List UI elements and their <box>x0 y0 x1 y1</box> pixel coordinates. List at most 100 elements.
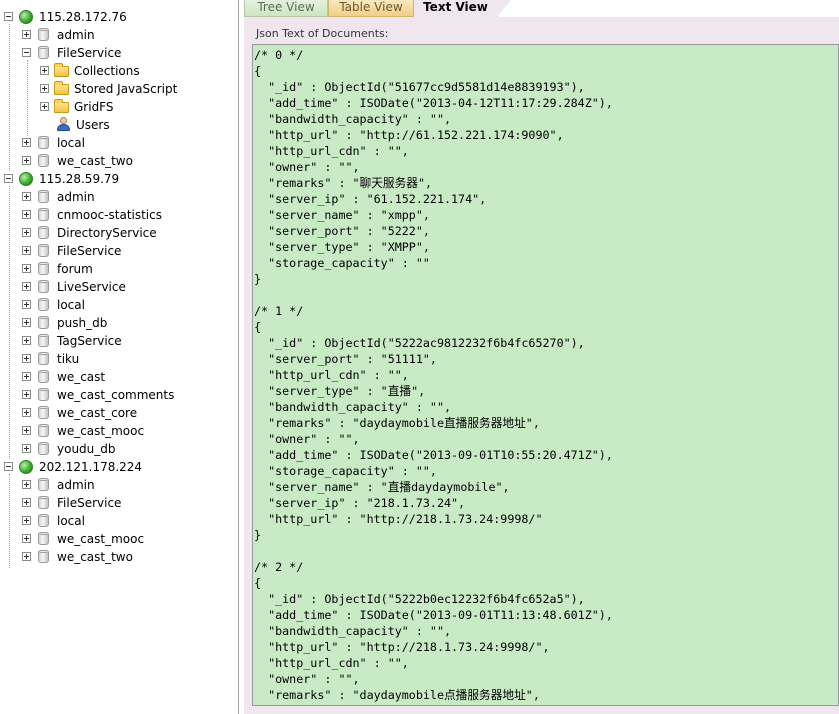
expand-icon[interactable] <box>22 192 31 201</box>
database-icon <box>38 478 49 491</box>
tab-text-view[interactable]: Text View <box>414 0 498 17</box>
server-icon <box>19 10 33 24</box>
expand-icon[interactable] <box>22 390 31 399</box>
json-line: "storage_capacity" : "" <box>254 256 430 270</box>
expand-icon[interactable] <box>22 408 31 417</box>
collapse-icon[interactable] <box>22 48 31 57</box>
tree-node-label: youdu_db <box>57 442 116 456</box>
expand-icon[interactable] <box>22 156 31 165</box>
tree-node-folder[interactable]: Stored JavaScript <box>0 80 238 98</box>
database-icon <box>38 208 49 221</box>
folder-icon <box>54 81 69 95</box>
tree-node-server[interactable]: 115.28.59.79 <box>0 170 238 188</box>
json-line: } <box>254 528 262 542</box>
tree-node-db[interactable]: local <box>0 512 238 530</box>
expand-icon[interactable] <box>22 210 31 219</box>
tree-node-db[interactable]: youdu_db <box>0 440 238 458</box>
tree-node-db[interactable]: admin <box>0 188 238 206</box>
expand-icon[interactable] <box>22 228 31 237</box>
tree-node-db[interactable]: DirectoryService <box>0 224 238 242</box>
tree-node-db[interactable]: local <box>0 134 238 152</box>
json-line: "_id" : ObjectId("5222b0ec12232f6b4fc652… <box>254 592 585 606</box>
tab-table-view[interactable]: Table View <box>328 0 414 17</box>
expand-icon[interactable] <box>40 84 49 93</box>
json-line: "owner" : "", <box>254 432 360 446</box>
tree-node-db[interactable]: we_cast_two <box>0 548 238 566</box>
expand-icon[interactable] <box>22 552 31 561</box>
expand-icon[interactable] <box>22 498 31 507</box>
expand-icon[interactable] <box>22 318 31 327</box>
tree-node-server[interactable]: 115.28.172.76 <box>0 8 238 26</box>
expand-icon[interactable] <box>40 102 49 111</box>
collapse-icon[interactable] <box>4 174 13 183</box>
json-text-area[interactable]: /* 0 */ { "_id" : ObjectId("51677cc9d5581… <box>252 44 839 706</box>
connection-tree[interactable]: 115.28.172.76 admin FileService Collections… <box>0 0 239 714</box>
tree-node-db[interactable]: FileService <box>0 44 238 62</box>
tree-node-label: FileService <box>57 496 122 510</box>
expand-icon[interactable] <box>22 534 31 543</box>
expand-icon[interactable] <box>22 30 31 39</box>
json-code: /* 0 */ { "_id" : ObjectId("51677cc9d5581… <box>253 45 838 703</box>
json-line: { <box>254 576 262 590</box>
tree-node-db[interactable]: admin <box>0 476 238 494</box>
expand-icon[interactable] <box>22 480 31 489</box>
tree-node-db[interactable]: forum <box>0 260 238 278</box>
expand-icon[interactable] <box>22 372 31 381</box>
tree-node-folder[interactable]: GridFS <box>0 98 238 116</box>
tree-node-db[interactable]: tiku <box>0 350 238 368</box>
expand-icon[interactable] <box>22 516 31 525</box>
tree-node-label: we_cast_comments <box>57 388 175 402</box>
json-line: "server_name" : "直播daydaymobile", <box>254 480 510 494</box>
tree-node-db[interactable]: we_cast_core <box>0 404 238 422</box>
tree-node-db[interactable]: TagService <box>0 332 238 350</box>
expand-icon[interactable] <box>22 354 31 363</box>
expand-icon[interactable] <box>22 138 31 147</box>
json-line: { <box>254 64 262 78</box>
tree-node-db[interactable]: we_cast_comments <box>0 386 238 404</box>
collapse-icon[interactable] <box>4 462 13 471</box>
tree-node-label: Collections <box>74 64 140 78</box>
tree-node-db[interactable]: FileService <box>0 242 238 260</box>
expand-icon[interactable] <box>22 300 31 309</box>
expand-icon[interactable] <box>22 426 31 435</box>
tree-node-folder[interactable]: Collections <box>0 62 238 80</box>
tree-connector-line <box>9 186 10 459</box>
tree-node-db[interactable]: local <box>0 296 238 314</box>
database-icon <box>38 316 49 329</box>
expand-icon[interactable] <box>22 282 31 291</box>
json-line: "http_url" : "http://61.152.221.174:9090… <box>254 128 564 142</box>
tree-node-label: Stored JavaScript <box>74 82 178 96</box>
json-line: "add_time" : ISODate("2013-09-01T11:13:4… <box>254 608 613 622</box>
tree-node-label: we_cast_mooc <box>57 532 145 546</box>
tree-node-db[interactable]: push_db <box>0 314 238 332</box>
tab-tree-view[interactable]: Tree View <box>244 0 328 17</box>
tree-node-db[interactable]: we_cast_mooc <box>0 530 238 548</box>
tree-node-db[interactable]: FileService <box>0 494 238 512</box>
database-icon <box>38 514 49 527</box>
tree-node-server[interactable]: 202.121.178.224 <box>0 458 238 476</box>
json-line: { <box>254 320 262 334</box>
json-line: "server_port" : "5222", <box>254 224 430 238</box>
tab-text-view-edge <box>497 0 511 17</box>
tree-node-db[interactable]: admin <box>0 26 238 44</box>
database-icon <box>38 298 49 311</box>
expand-icon[interactable] <box>40 66 49 75</box>
json-line: "bandwidth_capacity" : "", <box>254 400 452 414</box>
expand-icon[interactable] <box>22 444 31 453</box>
tree-node-db[interactable]: we_cast_two <box>0 152 238 170</box>
tree-node-db[interactable]: we_cast_mooc <box>0 422 238 440</box>
json-line: /* 0 */ <box>254 48 304 62</box>
database-icon <box>38 46 49 59</box>
tree-node-db[interactable]: LiveService <box>0 278 238 296</box>
json-line: "http_url_cdn" : "", <box>254 368 409 382</box>
expand-icon[interactable] <box>22 264 31 273</box>
expand-icon[interactable] <box>22 336 31 345</box>
tree-node-label: FileService <box>57 244 122 258</box>
tree-node-db[interactable]: we_cast <box>0 368 238 386</box>
expand-icon[interactable] <box>22 246 31 255</box>
tree-node-db[interactable]: cnmooc-statistics <box>0 206 238 224</box>
tree-node-users[interactable]: Users <box>0 116 238 134</box>
collapse-icon[interactable] <box>4 12 13 21</box>
tree-node-label: 115.28.172.76 <box>39 10 127 24</box>
tree-node-label: TagService <box>57 334 122 348</box>
